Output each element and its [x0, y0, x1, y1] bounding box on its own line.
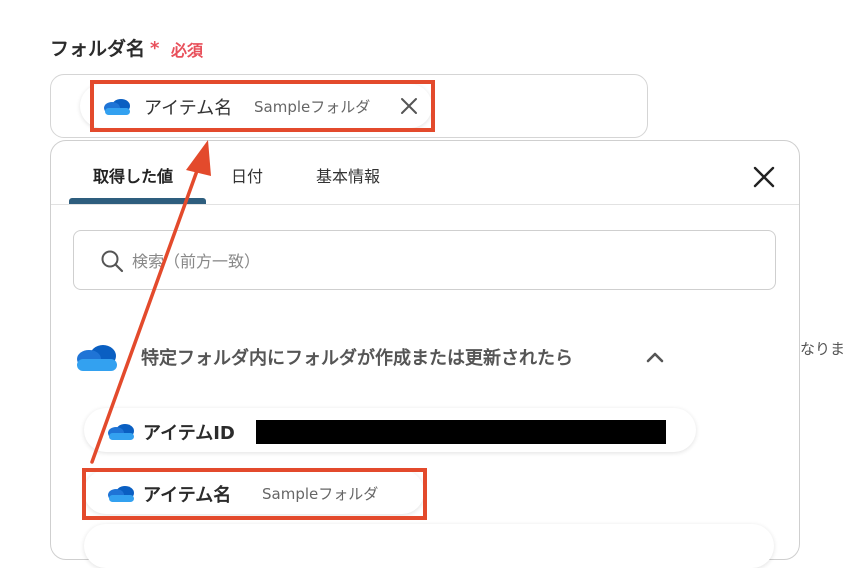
annotation-arrow: [90, 140, 211, 464]
